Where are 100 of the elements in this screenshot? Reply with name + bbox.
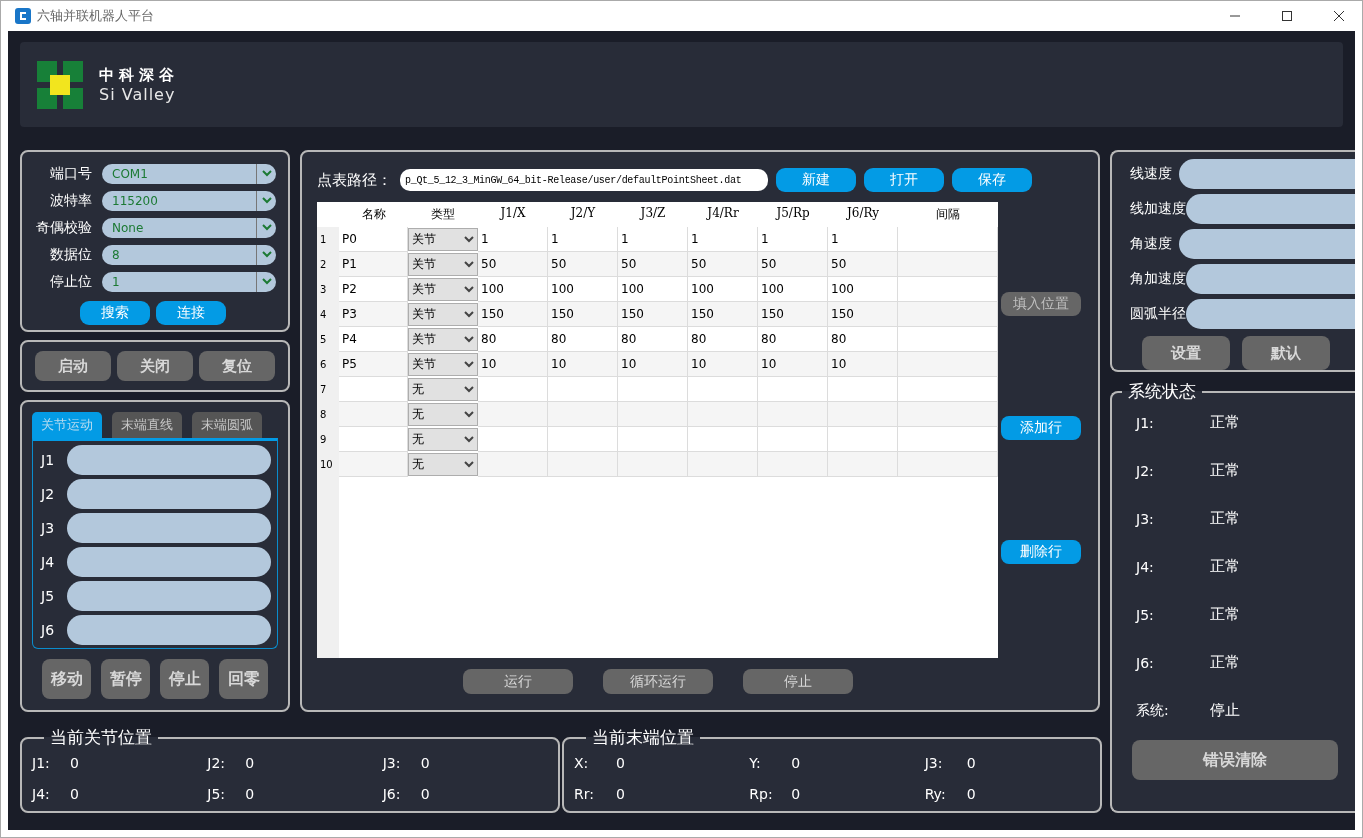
file-button[interactable]: 保存: [952, 168, 1032, 192]
position-value: 0: [245, 786, 255, 802]
table-cell: 50: [828, 252, 898, 277]
table-cell: [548, 377, 618, 402]
table-cell: 50: [478, 252, 548, 277]
type-select[interactable]: 关节: [408, 328, 478, 351]
row-button[interactable]: 删除行: [1001, 540, 1081, 564]
power-button[interactable]: 启动: [35, 351, 111, 381]
chevron-down-icon: [464, 336, 474, 343]
run-button[interactable]: 循环运行: [602, 669, 713, 694]
input-field[interactable]: [1179, 159, 1355, 189]
select-field[interactable]: COM1: [102, 163, 276, 184]
motion-button[interactable]: 回零: [219, 659, 268, 699]
motion-button[interactable]: 停止: [160, 659, 209, 699]
row-button[interactable]: 添加行: [1001, 416, 1081, 440]
close-icon: [1334, 11, 1344, 21]
table-cell: [618, 452, 688, 477]
type-select[interactable]: 无: [408, 403, 478, 426]
status-value: 正常: [1210, 557, 1240, 576]
input-field[interactable]: [67, 479, 271, 509]
table-cell: 1: [548, 227, 618, 252]
input-field[interactable]: [1179, 229, 1355, 259]
motion-button[interactable]: 移动: [42, 659, 91, 699]
field-label: 角速度: [1130, 235, 1173, 253]
type-select[interactable]: 关节: [408, 278, 478, 301]
table-cell: P3: [339, 302, 408, 327]
tab[interactable]: 末端圆弧: [192, 412, 262, 438]
param-button[interactable]: 设置: [1142, 336, 1230, 370]
clear-error-button[interactable]: 错误清除: [1132, 740, 1338, 780]
input-field[interactable]: [67, 445, 271, 475]
chevron-down-icon: [261, 170, 272, 177]
select-field[interactable]: 115200: [102, 190, 276, 211]
panel-title: 系统状态: [1127, 380, 1197, 403]
table-cell: 50: [548, 252, 618, 277]
type-select[interactable]: 无: [408, 453, 478, 476]
table-cell: [618, 427, 688, 452]
joint-label: J4: [41, 554, 56, 570]
position-label: J3:: [382, 755, 402, 771]
position-label: Y:: [749, 755, 762, 771]
table-cell: 1: [478, 227, 548, 252]
type-select[interactable]: 关节: [408, 253, 478, 276]
table-cell: [339, 452, 408, 477]
position-value: 0: [70, 786, 79, 802]
chevron-down-icon: [261, 224, 272, 231]
type-select[interactable]: 关节: [408, 303, 478, 326]
table-cell: 10: [478, 352, 548, 377]
position-label: J6:: [382, 786, 402, 802]
row-number: 7: [317, 377, 339, 402]
table-cell: 100: [618, 277, 688, 302]
table-cell: 10: [758, 352, 828, 377]
file-button[interactable]: 打开: [864, 168, 944, 192]
field-label: 停止位: [49, 272, 92, 291]
input-field[interactable]: [1186, 299, 1355, 329]
input-field[interactable]: [67, 513, 271, 543]
path-field[interactable]: p_Qt_5_12_3_MinGW_64_bit-Release/user/defaultPointSheet.dat: [400, 169, 768, 191]
table-cell: 80: [548, 327, 618, 352]
select-field[interactable]: 8: [102, 244, 276, 265]
field-label: 数据位: [49, 245, 92, 264]
position-label: J2:: [207, 755, 227, 771]
chevron-down-icon: [464, 411, 474, 418]
input-field[interactable]: [67, 581, 271, 611]
position-label: Rp:: [749, 786, 774, 802]
param-button[interactable]: 默认: [1242, 336, 1330, 370]
motion-button[interactable]: 暂停: [101, 659, 150, 699]
chevron-down-icon: [464, 386, 474, 393]
select-field[interactable]: None: [102, 217, 276, 238]
table-cell: [828, 402, 898, 427]
action-button[interactable]: 搜索: [80, 301, 150, 325]
run-button[interactable]: 运行: [462, 669, 573, 694]
row-number: 9: [317, 427, 339, 452]
table-cell: 150: [548, 302, 618, 327]
table-cell: [339, 427, 408, 452]
table-cell: [828, 377, 898, 402]
maximize-icon: [1282, 11, 1292, 21]
type-select[interactable]: 关节: [408, 353, 478, 376]
file-button[interactable]: 新建: [776, 168, 856, 192]
input-field[interactable]: [1186, 194, 1355, 224]
row-number: 6: [317, 352, 339, 377]
power-button[interactable]: 关闭: [117, 351, 193, 381]
type-select[interactable]: 无: [408, 378, 478, 401]
table-cell: P4: [339, 327, 408, 352]
run-button[interactable]: 停止: [742, 669, 853, 694]
chevron-down-icon: [261, 251, 272, 258]
position-label: Ry:: [924, 786, 947, 802]
chevron-down-icon: [464, 261, 474, 268]
position-value: 0: [966, 755, 976, 771]
tab[interactable]: 末端直线: [112, 412, 182, 438]
input-field[interactable]: [67, 547, 271, 577]
table-cell: [478, 452, 548, 477]
table-cell: [478, 402, 548, 427]
select-field[interactable]: 1: [102, 271, 276, 292]
input-field[interactable]: [67, 615, 271, 645]
type-select[interactable]: 关节: [408, 228, 478, 251]
type-select[interactable]: 无: [408, 428, 478, 451]
power-button[interactable]: 复位: [199, 351, 275, 381]
status-value: 停止: [1210, 701, 1240, 720]
input-field[interactable]: [1186, 264, 1355, 294]
action-button[interactable]: 连接: [156, 301, 226, 325]
tab[interactable]: 关节运动: [32, 412, 102, 438]
table-cell: [828, 427, 898, 452]
